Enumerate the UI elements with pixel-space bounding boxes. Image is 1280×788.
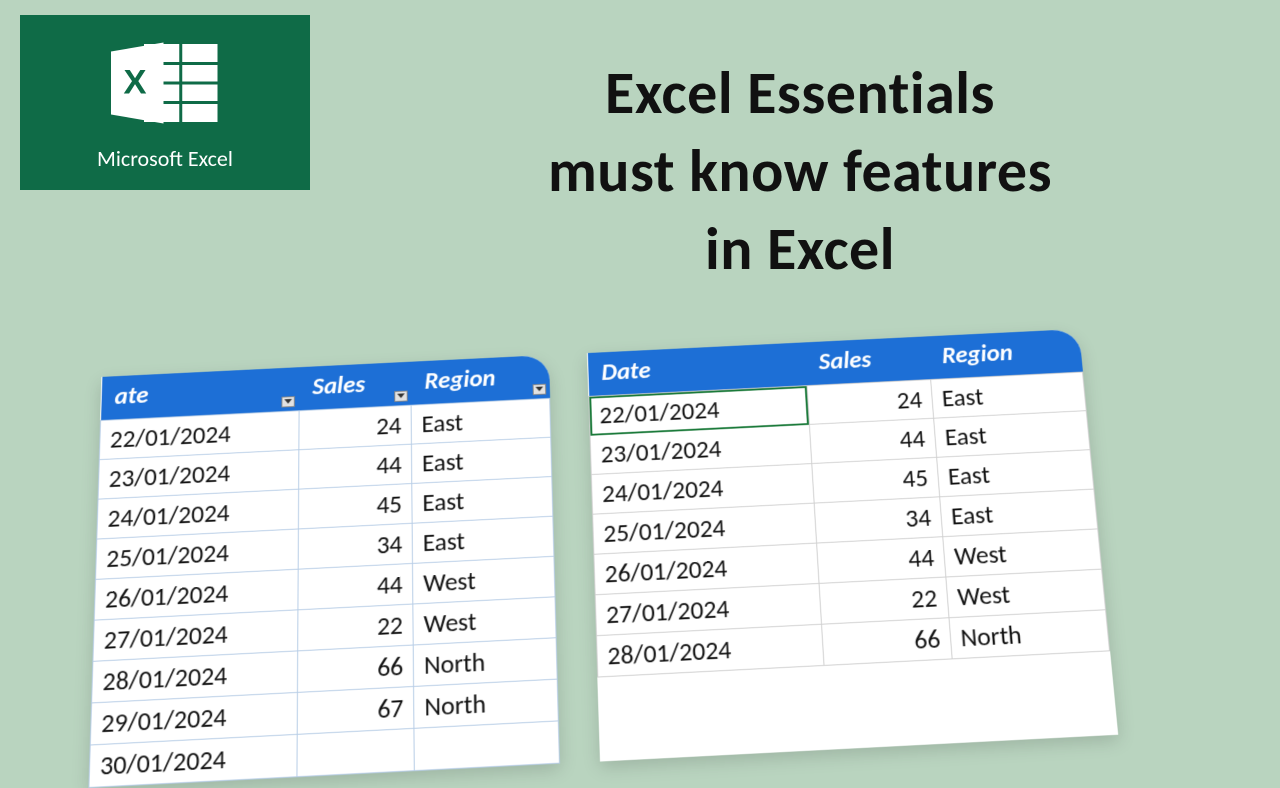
col-header-region-label: Region <box>424 363 495 395</box>
headline-line-2: must know features <box>350 133 1250 211</box>
tables-perspective-wrap: ate Sales Region 22/01/202424East2 <box>0 330 1280 760</box>
cell-sales[interactable]: 45 <box>812 457 940 503</box>
headline-line-3: in Excel <box>350 211 1250 289</box>
cell-sales[interactable]: 22 <box>819 577 949 624</box>
plain-table-body: 22/01/202424East23/01/202444East24/01/20… <box>589 372 1110 677</box>
filter-dropdown-icon[interactable] <box>532 384 546 395</box>
cell-sales[interactable]: 34 <box>298 523 413 569</box>
filtered-table-body: 22/01/202424East23/01/202444East24/01/20… <box>89 398 560 787</box>
filter-dropdown-icon[interactable] <box>394 391 407 402</box>
col-header-sales[interactable]: Sales <box>299 362 411 411</box>
cell-sales[interactable] <box>297 728 415 776</box>
cell-sales[interactable]: 67 <box>297 686 414 734</box>
cell-sales[interactable]: 24 <box>299 405 412 450</box>
cell-region[interactable] <box>414 721 559 771</box>
plain-table-card: Date Sales Region 22/01/202424East23/01/… <box>587 329 1118 762</box>
filter-dropdown-icon[interactable] <box>282 396 295 407</box>
plain-table: Date Sales Region 22/01/202424East23/01/… <box>587 329 1110 678</box>
cell-sales[interactable]: 44 <box>298 444 412 489</box>
tables-group: ate Sales Region 22/01/202424East2 <box>88 327 1167 788</box>
cell-sales[interactable]: 66 <box>297 645 414 692</box>
cell-region[interactable]: North <box>414 679 559 728</box>
cell-sales[interactable]: 44 <box>298 563 413 609</box>
cell-sales[interactable]: 24 <box>807 380 934 425</box>
cell-region[interactable]: West <box>413 556 555 604</box>
col-header-region[interactable]: Region <box>927 329 1082 380</box>
filtered-table-card: ate Sales Region 22/01/202424East2 <box>88 355 560 788</box>
filtered-table: ate Sales Region 22/01/202424East2 <box>88 355 560 788</box>
col-header-sales[interactable]: Sales <box>804 336 930 385</box>
excel-brand-badge: X Microsoft Excel <box>20 15 310 190</box>
svg-text:X: X <box>123 64 146 102</box>
cell-region[interactable]: North <box>413 638 557 687</box>
cell-sales[interactable]: 44 <box>809 418 936 463</box>
cell-region[interactable]: North <box>949 610 1110 659</box>
col-header-sales-label: Sales <box>312 369 365 400</box>
headline-line-1: Excel Essentials <box>350 55 1250 133</box>
cell-sales[interactable]: 66 <box>821 618 952 666</box>
excel-logo-icon: X <box>105 33 225 133</box>
page-headline: Excel Essentials must know features in E… <box>350 55 1250 289</box>
cell-region[interactable]: West <box>413 597 556 645</box>
col-header-date-label: ate <box>114 380 149 410</box>
cell-sales[interactable]: 45 <box>298 483 412 528</box>
col-header-region[interactable]: Region <box>411 355 550 405</box>
cell-sales[interactable]: 22 <box>297 604 413 651</box>
cell-sales[interactable]: 44 <box>816 537 945 584</box>
excel-product-name: Microsoft Excel <box>97 145 233 172</box>
cell-sales[interactable]: 34 <box>814 497 943 543</box>
